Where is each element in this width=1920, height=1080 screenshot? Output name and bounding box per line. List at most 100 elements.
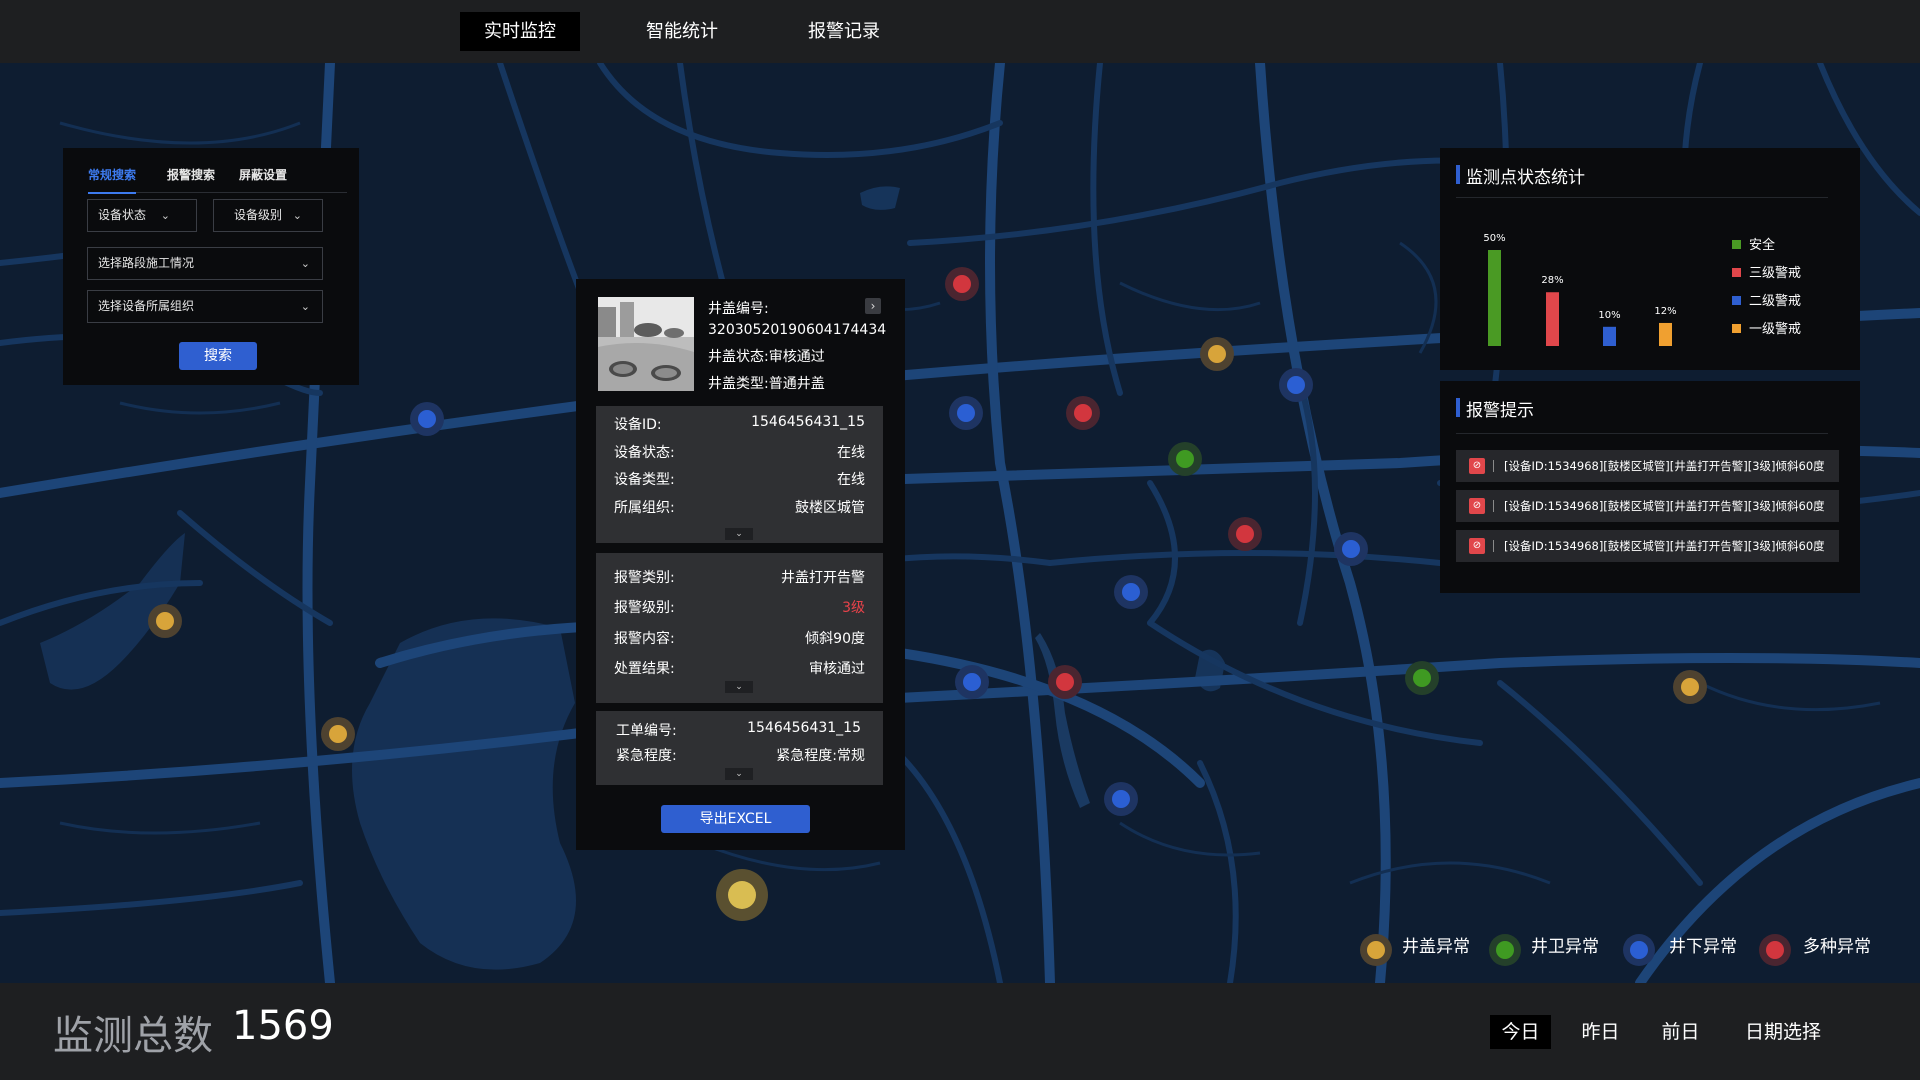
top-navigation: 实时监控 智能统计 报警记录 bbox=[0, 0, 1920, 63]
export-excel-button[interactable]: 导出EXCEL bbox=[661, 805, 810, 833]
cover-number-value: 320305201906041744​34 bbox=[708, 322, 887, 338]
legend-cover-anomaly: 井盖异常 bbox=[1402, 937, 1470, 957]
device-info-section: 设备ID: 1546456431_15 设备状态: 在线 设备类型: 在线 所属… bbox=[596, 406, 883, 543]
org-value: 鼓楼区城管 bbox=[795, 500, 865, 516]
legend-label: 一级警戒 bbox=[1749, 322, 1802, 337]
handling-result-value: 审核通过 bbox=[809, 661, 865, 677]
device-type-label: 设备类型: bbox=[614, 472, 675, 488]
alarm-icon: ⊘ bbox=[1469, 538, 1485, 554]
legend-swatch bbox=[1732, 296, 1741, 305]
separator bbox=[1493, 540, 1494, 552]
marker-underground-anomaly[interactable] bbox=[955, 665, 989, 699]
expand-chevron-icon[interactable]: ⌄ bbox=[725, 681, 753, 693]
marker-multi-anomaly[interactable] bbox=[1066, 396, 1100, 430]
device-id-value: 1546456431_15 bbox=[751, 414, 865, 430]
legend-swatch bbox=[1732, 268, 1741, 277]
marker-underground-anomaly[interactable] bbox=[410, 402, 444, 436]
marker-underground-anomaly[interactable] bbox=[1279, 368, 1313, 402]
cover-type: 井盖类型:普通井盖 bbox=[708, 376, 825, 392]
legend-dot-multi bbox=[1759, 934, 1791, 966]
alert-item[interactable]: ⊘ [设备ID:1534968][鼓楼区城管][井盖打开告警][3级]倾斜60度 bbox=[1456, 530, 1839, 562]
alarm-category-value: 井盖打开告警 bbox=[781, 570, 865, 586]
device-org-label: 选择设备所属组织 bbox=[98, 299, 195, 313]
marker-cover-anomaly[interactable] bbox=[321, 717, 355, 751]
alarm-icon: ⊘ bbox=[1469, 498, 1485, 514]
device-level-select[interactable]: 设备级别 ⌄ bbox=[213, 199, 323, 232]
marker-underground-anomaly[interactable] bbox=[949, 396, 983, 430]
marker-cover-anomaly[interactable] bbox=[148, 604, 182, 638]
tab-smart-statistics[interactable]: 智能统计 bbox=[622, 12, 742, 51]
bar-2 bbox=[1603, 326, 1616, 346]
org-label: 所属组织: bbox=[614, 500, 675, 516]
device-level-label: 设备级别 bbox=[234, 208, 283, 222]
marker-multi-anomaly[interactable] bbox=[1048, 665, 1082, 699]
marker-underground-anomaly[interactable] bbox=[1104, 782, 1138, 816]
search-panel: 常规搜索 报警搜索 屏蔽设置 设备状态 ⌄ 设备级别 ⌄ 选择路段施工情况 ⌄ … bbox=[63, 148, 359, 385]
date-tab-today[interactable]: 今日 bbox=[1490, 1015, 1551, 1049]
bar-value-label: 28% bbox=[1541, 275, 1563, 286]
device-type-value: 在线 bbox=[837, 472, 865, 488]
marker-well-anomaly[interactable] bbox=[1168, 442, 1202, 476]
tab-alarm-search[interactable]: 报警搜索 bbox=[167, 166, 215, 183]
expand-chevron-icon[interactable]: ⌄ bbox=[725, 528, 753, 540]
bar-value-label: 10% bbox=[1598, 310, 1620, 321]
device-id-label: 设备ID: bbox=[614, 417, 662, 433]
date-tab-picker[interactable]: 日期选择 bbox=[1733, 1015, 1833, 1049]
tab-realtime-monitor[interactable]: 实时监控 bbox=[460, 12, 580, 51]
marker-underground-anomaly[interactable] bbox=[1114, 575, 1148, 609]
legend-level3: 三级警戒 bbox=[1732, 262, 1801, 281]
alarm-icon: ⊘ bbox=[1469, 458, 1485, 474]
status-bar-chart: 50% 28% 10% 12% bbox=[1483, 233, 1677, 346]
tab-block-settings[interactable]: 屏蔽设置 bbox=[239, 166, 287, 183]
date-tab-yesterday[interactable]: 昨日 bbox=[1570, 1015, 1631, 1049]
alarm-level-value: 3级 bbox=[842, 600, 865, 616]
legend-swatch bbox=[1732, 240, 1741, 249]
handling-result-label: 处置结果: bbox=[614, 661, 675, 677]
alert-text: [设备ID:1534968][鼓楼区城管][井盖打开告警][3级]倾斜60度 bbox=[1504, 499, 1825, 513]
alarm-tips-panel: 报警提示 ⊘ [设备ID:1534968][鼓楼区城管][井盖打开告警][3级]倾… bbox=[1440, 381, 1860, 593]
search-button[interactable]: 搜索 bbox=[179, 342, 257, 370]
next-arrow-icon[interactable]: › bbox=[865, 298, 881, 314]
marker-well-anomaly[interactable] bbox=[1405, 661, 1439, 695]
marker-cover-anomaly[interactable] bbox=[1200, 337, 1234, 371]
device-org-select[interactable]: 选择设备所属组织 ⌄ bbox=[87, 290, 323, 323]
tab-alarm-records[interactable]: 报警记录 bbox=[784, 12, 904, 51]
alarm-level-label: 报警级别: bbox=[614, 600, 675, 616]
marker-underground-anomaly[interactable] bbox=[1334, 532, 1368, 566]
alarm-content-label: 报警内容: bbox=[614, 631, 675, 647]
legend-swatch bbox=[1732, 324, 1741, 333]
alert-item[interactable]: ⊘ [设备ID:1534968][鼓楼区城管][井盖打开告警][3级]倾斜60度 bbox=[1456, 450, 1839, 482]
work-order-value: 1546456431_15 bbox=[747, 720, 861, 736]
marker-cover-anomaly[interactable] bbox=[1673, 670, 1707, 704]
road-construction-select[interactable]: 选择路段施工情况 ⌄ bbox=[87, 247, 323, 280]
alert-text: [设备ID:1534968][鼓楼区城管][井盖打开告警][3级]倾斜60度 bbox=[1504, 459, 1825, 473]
alarm-content-value: 倾斜90度 bbox=[805, 631, 865, 647]
expand-chevron-icon[interactable]: ⌄ bbox=[725, 768, 753, 780]
bottom-summary-bar: 监测总数 1569 今日 昨日 前日 日期选择 bbox=[0, 983, 1920, 1080]
alarm-info-section: 报警类别: 井盖打开告警 报警级别: 3级 报警内容: 倾斜90度 处置结果: … bbox=[596, 553, 883, 703]
marker-multi-anomaly[interactable] bbox=[945, 267, 979, 301]
legend-dot-underground bbox=[1623, 934, 1655, 966]
legend-safe: 安全 bbox=[1732, 234, 1775, 253]
date-tab-day-before[interactable]: 前日 bbox=[1650, 1015, 1711, 1049]
device-status-label: 设备状态: bbox=[614, 445, 675, 461]
legend-dot-cover bbox=[1360, 934, 1392, 966]
monitor-status-stats-panel: 监测点状态统计 50% 28% 10% 12% 安全 三级警戒 二级警戒 一级警戒 bbox=[1440, 148, 1860, 370]
marker-multi-anomaly[interactable] bbox=[1228, 517, 1262, 551]
divider bbox=[1456, 197, 1828, 198]
alert-item[interactable]: ⊘ [设备ID:1534968][鼓楼区城管][井盖打开告警][3级]倾斜60度 bbox=[1456, 490, 1839, 522]
road-construction-label: 选择路段施工情况 bbox=[98, 256, 195, 270]
device-detail-panel: 井盖编号: 320305201906041744​34 井盖状态:审核通过 井盖… bbox=[576, 279, 905, 850]
urgency-label: 紧急程度: bbox=[616, 748, 677, 764]
work-order-label: 工单编号: bbox=[616, 723, 677, 739]
separator bbox=[1493, 500, 1494, 512]
legend-underground-anomaly: 井下异常 bbox=[1669, 937, 1737, 957]
device-status-select[interactable]: 设备状态 ⌄ bbox=[87, 199, 197, 232]
legend-level2: 二级警戒 bbox=[1732, 290, 1801, 309]
tab-normal-search[interactable]: 常规搜索 bbox=[88, 166, 137, 194]
total-label: 监测总数 bbox=[53, 1013, 213, 1059]
marker-cover-anomaly-selected[interactable] bbox=[716, 869, 768, 921]
legend-level1: 一级警戒 bbox=[1732, 318, 1801, 337]
alerts-title: 报警提示 bbox=[1456, 396, 1534, 421]
alarm-category-label: 报警类别: bbox=[614, 570, 675, 586]
